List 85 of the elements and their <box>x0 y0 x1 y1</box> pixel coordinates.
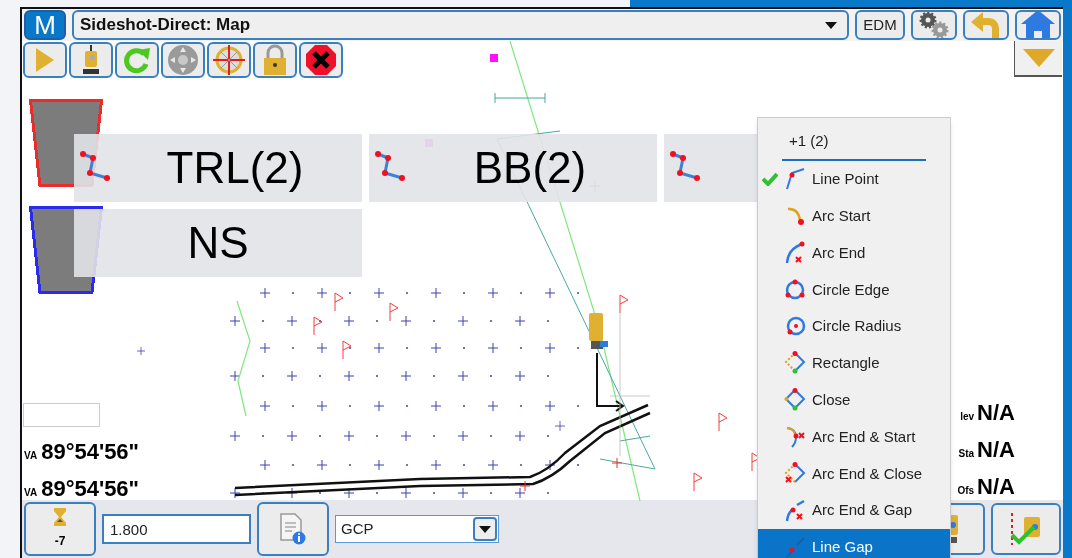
total-station-icon <box>589 313 608 349</box>
menu-item[interactable]: Arc End & Close <box>758 455 950 493</box>
menu-item[interactable]: Close <box>758 381 950 419</box>
expand-toolbar-button[interactable] <box>1014 41 1062 77</box>
menu-item[interactable]: Arc Start <box>758 197 950 235</box>
measure-store-button[interactable] <box>991 503 1061 555</box>
code-button[interactable]: NS <box>74 209 362 277</box>
menu-item-label: Close <box>812 389 851 410</box>
menu-item[interactable]: Circle Edge <box>758 271 950 309</box>
readout-value: N/A <box>977 399 1015 426</box>
readout-label: VA <box>24 449 38 463</box>
menu-item-label: Arc End & Start <box>812 426 916 447</box>
target-icon <box>212 44 246 76</box>
readout-label: lev <box>960 410 975 424</box>
menu-item[interactable]: Arc End & Start <box>758 418 950 456</box>
edm-button[interactable]: EDM <box>855 10 905 40</box>
readout-value: 89°54'56" <box>41 438 140 465</box>
code-select[interactable]: GCP <box>335 515 499 543</box>
height-step-button[interactable]: -7 <box>24 502 96 556</box>
flag-icon <box>342 340 352 360</box>
menu-item-label: Arc End & Close <box>812 463 923 484</box>
lock-icon <box>261 44 289 76</box>
note-field[interactable] <box>23 403 100 427</box>
menu-item-label: Arc End & Gap <box>812 500 913 521</box>
menu-item[interactable]: Arc End <box>758 234 950 272</box>
flag-icon <box>389 302 399 322</box>
menu-item-label: Circle Edge <box>812 279 890 300</box>
menu-item-label: Arc End <box>812 242 866 263</box>
direction-arrow <box>596 352 625 412</box>
flag-icon <box>619 294 629 314</box>
menu-item-label: Circle Radius <box>812 316 902 337</box>
point-marker <box>490 54 498 62</box>
title-dropdown[interactable]: Sideshot-Direct: Map <box>72 10 849 40</box>
menu-item-label: Line Point <box>812 169 879 190</box>
shape-tool-icon <box>784 424 806 449</box>
menu-item-label: Arc Start <box>812 205 871 226</box>
shape-tool-icon <box>784 241 806 265</box>
menu-item[interactable]: Arc End & Gap <box>758 492 950 529</box>
readout-value: N/A <box>977 473 1015 500</box>
flag-icon <box>718 412 728 432</box>
info-button[interactable] <box>257 502 329 556</box>
code-button[interactable]: BB(2) <box>369 134 657 202</box>
readout-label: VA <box>24 486 38 500</box>
checkmark-icon <box>762 172 778 187</box>
settings-button[interactable] <box>911 10 957 40</box>
toolbar-button[interactable] <box>69 42 113 78</box>
play-icon <box>34 46 56 74</box>
document-info-icon <box>280 513 306 545</box>
back-button[interactable] <box>963 10 1009 40</box>
shape-tool-icon <box>784 498 806 523</box>
caret-down-icon <box>1022 49 1055 67</box>
menu-item-label: Line Gap <box>812 537 873 558</box>
stop-icon <box>305 44 337 76</box>
target-height-input[interactable]: 1.800 <box>102 514 251 544</box>
toolbar-button[interactable] <box>299 42 343 78</box>
readout-label: Sta <box>958 447 975 461</box>
flag-icon <box>313 316 323 336</box>
flag-icon <box>693 472 703 492</box>
shape-tool-icon <box>784 351 806 376</box>
menu-item-label: Rectangle <box>812 353 880 374</box>
app-logo[interactable]: M <box>24 10 66 40</box>
shape-tool-icon <box>784 167 806 192</box>
readout-value: 89°54'56" <box>41 475 140 502</box>
shape-tool-icon <box>784 388 806 413</box>
menu-item[interactable]: Circle Radius <box>758 308 950 345</box>
menu-item[interactable]: Line Gap <box>758 528 950 558</box>
menu-title: +1 (2) <box>782 130 926 161</box>
total-station-icon <box>80 45 102 75</box>
hourglass-icon <box>54 508 66 526</box>
refresh-icon <box>122 46 152 74</box>
caret-icon <box>825 21 837 29</box>
readout-label: Ofs <box>957 484 975 498</box>
readout-value: N/A <box>977 436 1015 463</box>
shape-tool-icon <box>784 277 806 302</box>
dropdown-button[interactable] <box>473 517 497 541</box>
shape-tool-icon <box>784 535 806 558</box>
menu-item[interactable]: Rectangle <box>758 345 950 382</box>
flag-icon <box>334 292 344 312</box>
settings-icon <box>917 12 951 38</box>
home-icon <box>1020 12 1056 38</box>
code-button[interactable]: TRL(2) <box>74 134 362 202</box>
direction-pad-icon <box>167 44 199 76</box>
menu-item[interactable]: Line Point <box>758 161 950 198</box>
home-button[interactable] <box>1015 10 1061 40</box>
caret-icon <box>479 525 491 533</box>
